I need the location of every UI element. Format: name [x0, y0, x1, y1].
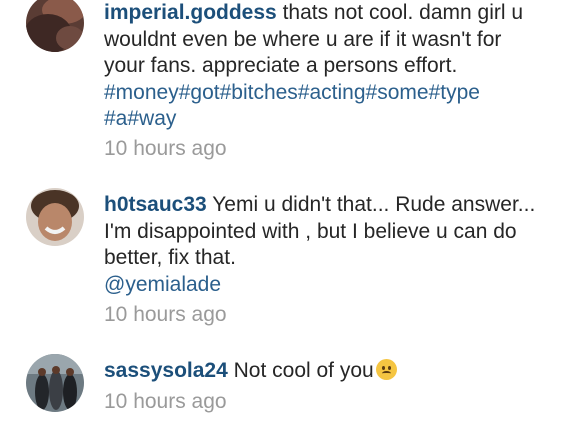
comment-body: sassysola24 Not cool of you	[104, 358, 544, 385]
comment-body: h0tsauc33 Yemi u didn't that... Rude ans…	[104, 192, 544, 298]
comment-username[interactable]: sassysola24	[104, 359, 228, 382]
hashtag[interactable]: #type	[429, 81, 480, 104]
hashtag[interactable]: #got	[179, 81, 220, 104]
comment-timestamp: 10 hours ago	[104, 137, 227, 160]
hashtag[interactable]: #a	[104, 107, 127, 130]
hashtag[interactable]: #acting	[298, 81, 366, 104]
avatar[interactable]	[26, 0, 84, 52]
hashtag[interactable]: #bitches	[220, 81, 298, 104]
hashtag[interactable]: #some	[366, 81, 429, 104]
comment-body: imperial.goddess thats not cool. damn gi…	[104, 0, 544, 133]
comment-text: Not cool of you	[233, 359, 374, 382]
avatar[interactable]	[26, 188, 84, 246]
hashtag[interactable]: #money	[104, 81, 179, 104]
mention-link[interactable]: @yemialade	[104, 273, 221, 296]
worried-face-emoji-icon	[375, 359, 397, 380]
hashtag[interactable]: #way	[127, 107, 176, 130]
comment-timestamp: 10 hours ago	[104, 303, 227, 326]
avatar[interactable]	[26, 354, 84, 412]
comment-username[interactable]: h0tsauc33	[104, 193, 207, 216]
comment-timestamp: 10 hours ago	[104, 390, 227, 413]
comment-username[interactable]: imperial.goddess	[104, 1, 277, 24]
